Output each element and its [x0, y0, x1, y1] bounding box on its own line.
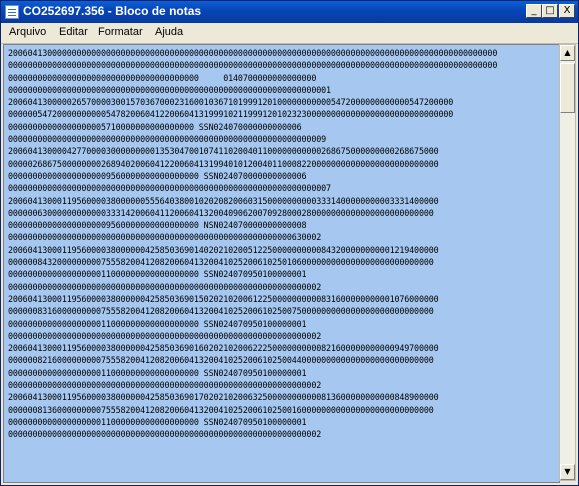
menu-ajuda[interactable]: Ajuda — [155, 26, 183, 38]
scroll-up-button[interactable]: ▲ — [560, 45, 575, 61]
menu-bar: Arquivo Editar Formatar Ajuda — [1, 23, 578, 44]
text-line: 2006041300011956000038000000425850369016… — [8, 343, 439, 354]
text-line: 2006041300000000000000000000000000000000… — [8, 48, 498, 58]
text-line: 0000008216000000000755582004120820060413… — [8, 355, 434, 366]
notepad-window: CO252697.356 - Bloco de notas _ □ X Arqu… — [0, 0, 579, 486]
vertical-scrollbar[interactable]: ▲ ▼ — [559, 44, 576, 481]
text-line: 0000000000000000000000000000000000000000… — [8, 84, 331, 95]
text-line: 2006041300011956000038000000555640380010… — [8, 195, 439, 206]
menu-formatar[interactable]: Formatar — [98, 26, 143, 38]
scroll-down-button[interactable]: ▼ — [560, 464, 575, 480]
text-line: 2006041300011956000038000000425850369014… — [8, 244, 439, 255]
text-line: 0000000000000000000000000000000000000000… — [8, 134, 326, 145]
close-button[interactable]: X — [559, 4, 575, 18]
notepad-app-icon[interactable] — [5, 5, 19, 19]
text-line: 0000006300000000000033314200604112006041… — [8, 207, 434, 218]
text-line: 0000008432000000000755582004120820060413… — [8, 257, 434, 268]
text-line: 000000000000000000011000000000000000000 … — [8, 416, 307, 427]
maximize-button[interactable]: □ — [542, 4, 558, 18]
text-editor-area[interactable]: 2006041300000000000000000000000000000000… — [3, 44, 560, 483]
text-line: 0000000000000000000000000000000000000000… — [8, 232, 322, 243]
text-line: 0000000000000000000000000000000000000000… — [8, 281, 322, 292]
text-line: 000000000000000000011000000000000000000 … — [8, 318, 307, 329]
menu-arquivo[interactable]: Arquivo — [9, 26, 46, 38]
text-line: 000000000000000000000000000000000000000 … — [8, 72, 317, 83]
title-bar[interactable]: CO252697.356 - Bloco de notas _ □ X — [1, 1, 578, 23]
text-line: 0000000000000000000000000000000000000000… — [8, 330, 322, 341]
text-line: 0000008316000000000755582004120820060413… — [8, 306, 434, 317]
text-line: 0000000000000000000000000000000000000000… — [8, 429, 322, 440]
text-line: 00000000000000000005710000000000000000 S… — [8, 121, 302, 132]
menu-editar[interactable]: Editar — [59, 26, 88, 38]
text-line: 000000000000000000011000000000000000000 … — [8, 367, 307, 378]
text-line: 2006041300011956000038000000425850369017… — [8, 392, 439, 403]
text-line: 0000000000000000000000000000000000000000… — [8, 60, 498, 71]
text-line: 0000026867500000000268940200604122006041… — [8, 158, 439, 169]
text-line: 0000008136000000000755582004120820060413… — [8, 404, 434, 415]
scroll-thumb[interactable] — [560, 63, 575, 113]
document-text: 2006041300000000000000000000000000000000… — [8, 47, 497, 441]
text-line: 2006041300011956000038000000425850369015… — [8, 293, 439, 304]
text-line: 000000000000000000009560000000000000000 … — [8, 220, 307, 231]
text-line: 000000000000000000009560000000000000000 … — [8, 170, 307, 181]
text-line: 0000000000000000000000000000000000000000… — [8, 183, 331, 194]
text-line: 000000000000000000011000000000000000000 … — [8, 269, 307, 280]
text-line: 2006041300000265700003001570367000231600… — [8, 97, 454, 108]
text-line: 0000005472000000000054782006041220060413… — [8, 109, 454, 120]
minimize-button[interactable]: _ — [526, 4, 542, 18]
text-line: 0000000000000000000000000000000000000000… — [8, 380, 322, 391]
window-title: CO252697.356 - Bloco de notas — [23, 4, 202, 18]
text-line: 2006041300004277000030000000001353047001… — [8, 146, 439, 157]
